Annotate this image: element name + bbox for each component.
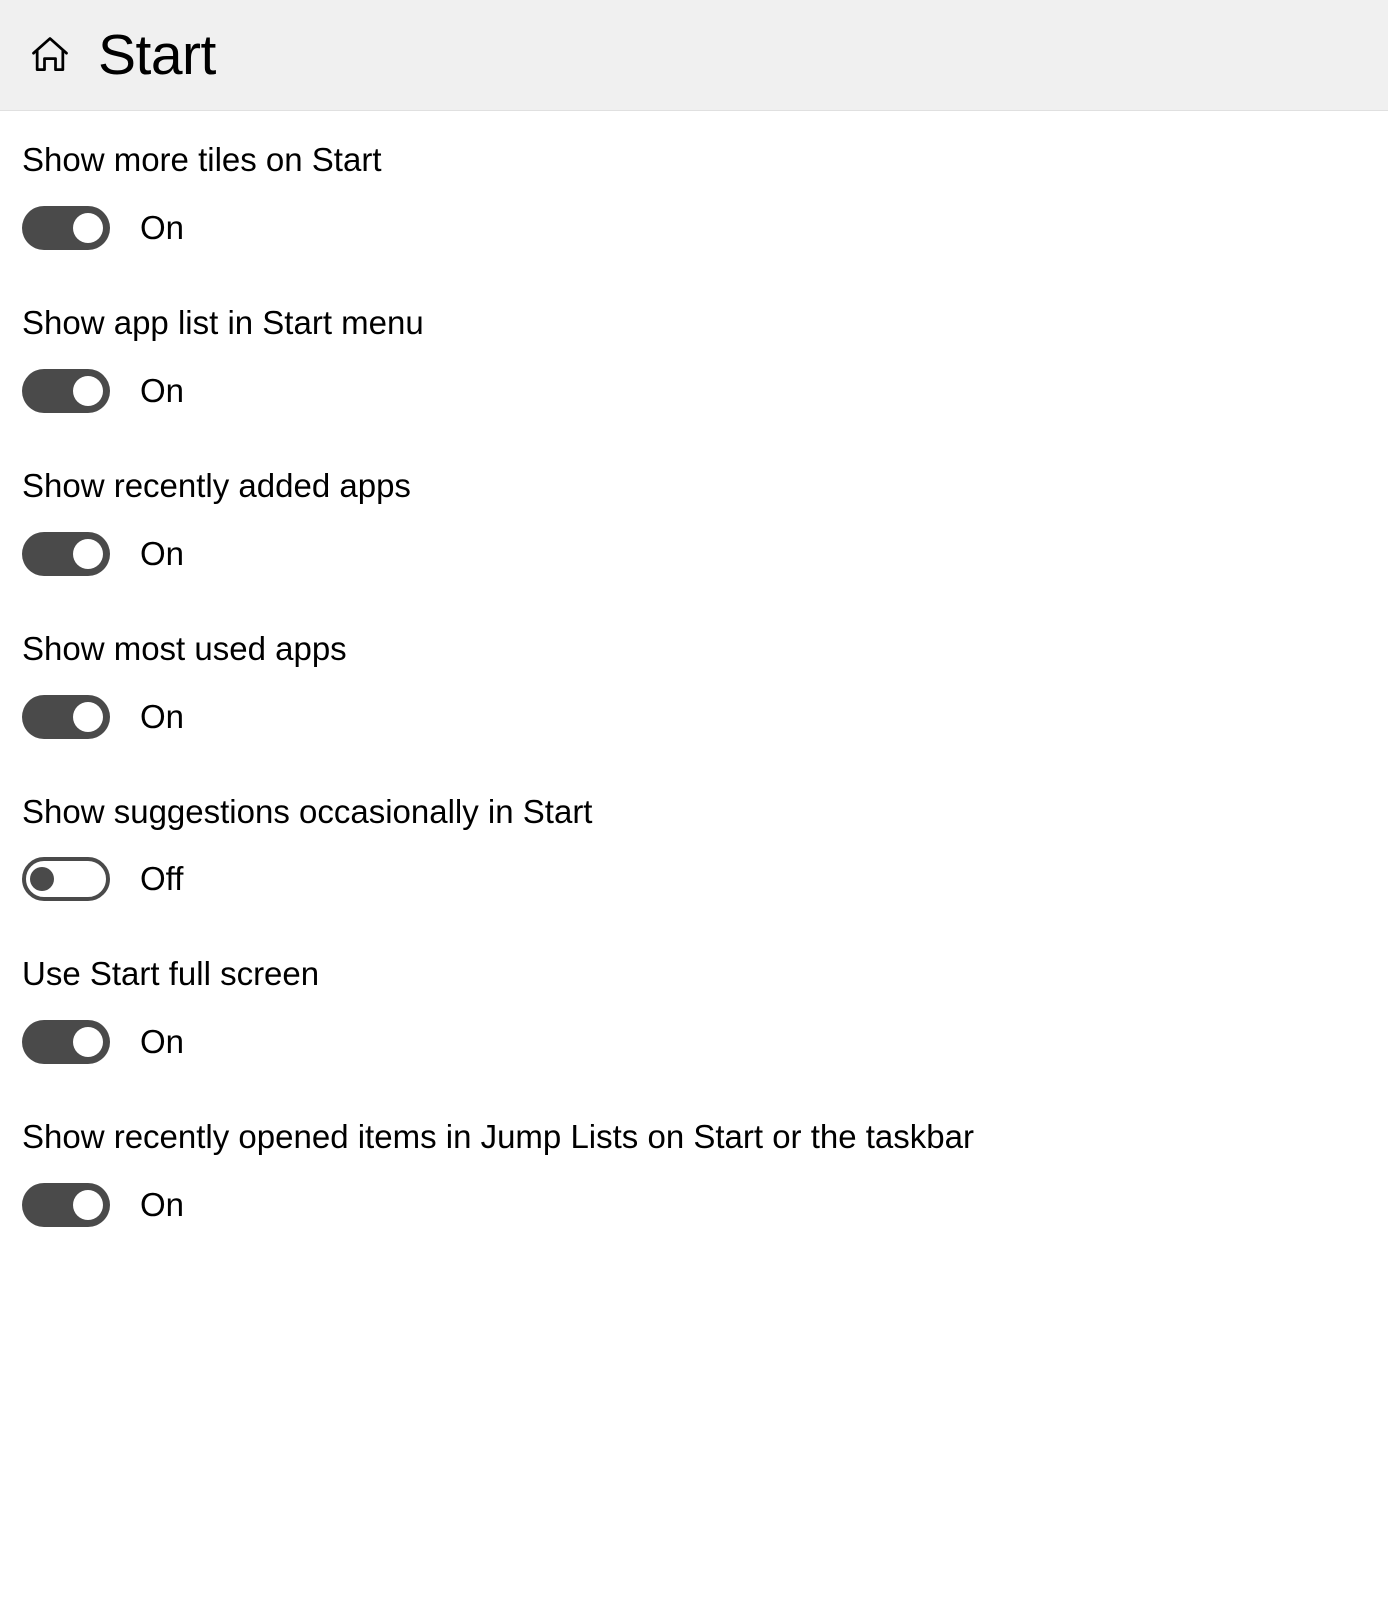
toggle-state-text: On — [140, 372, 184, 410]
toggle-row: On — [22, 1183, 1366, 1227]
setting-jump-lists: Show recently opened items in Jump Lists… — [22, 1116, 1366, 1227]
toggle-state-text: On — [140, 209, 184, 247]
toggle-knob — [73, 539, 103, 569]
toggle-knob — [73, 376, 103, 406]
toggle-state-text: On — [140, 1023, 184, 1061]
toggle-state-text: Off — [140, 860, 183, 898]
toggle-knob — [30, 867, 54, 891]
setting-label: Show recently opened items in Jump Lists… — [22, 1116, 1366, 1159]
setting-label: Show more tiles on Start — [22, 139, 1366, 182]
toggle-row: On — [22, 1020, 1366, 1064]
setting-more-tiles: Show more tiles on Start On — [22, 139, 1366, 250]
setting-label: Show suggestions occasionally in Start — [22, 791, 1366, 834]
setting-label: Use Start full screen — [22, 953, 1366, 996]
setting-app-list: Show app list in Start menu On — [22, 302, 1366, 413]
toggle-row: On — [22, 369, 1366, 413]
toggle-more-tiles[interactable] — [22, 206, 110, 250]
setting-recently-added: Show recently added apps On — [22, 465, 1366, 576]
setting-label: Show app list in Start menu — [22, 302, 1366, 345]
toggle-knob — [73, 213, 103, 243]
settings-content: Show more tiles on Start On Show app lis… — [0, 111, 1388, 1307]
setting-suggestions: Show suggestions occasionally in Start O… — [22, 791, 1366, 902]
toggle-knob — [73, 1190, 103, 1220]
toggle-suggestions[interactable] — [22, 857, 110, 901]
home-icon[interactable] — [28, 33, 72, 77]
toggle-state-text: On — [140, 698, 184, 736]
toggle-recently-added[interactable] — [22, 532, 110, 576]
toggle-full-screen[interactable] — [22, 1020, 110, 1064]
setting-label: Show most used apps — [22, 628, 1366, 671]
toggle-state-text: On — [140, 1186, 184, 1224]
page-title: Start — [98, 22, 216, 88]
toggle-row: On — [22, 695, 1366, 739]
toggle-app-list[interactable] — [22, 369, 110, 413]
toggle-jump-lists[interactable] — [22, 1183, 110, 1227]
toggle-knob — [73, 702, 103, 732]
toggle-most-used[interactable] — [22, 695, 110, 739]
toggle-row: On — [22, 532, 1366, 576]
toggle-state-text: On — [140, 535, 184, 573]
setting-full-screen: Use Start full screen On — [22, 953, 1366, 1064]
toggle-row: Off — [22, 857, 1366, 901]
page-header: Start — [0, 0, 1388, 111]
toggle-row: On — [22, 206, 1366, 250]
setting-most-used: Show most used apps On — [22, 628, 1366, 739]
setting-label: Show recently added apps — [22, 465, 1366, 508]
toggle-knob — [73, 1027, 103, 1057]
